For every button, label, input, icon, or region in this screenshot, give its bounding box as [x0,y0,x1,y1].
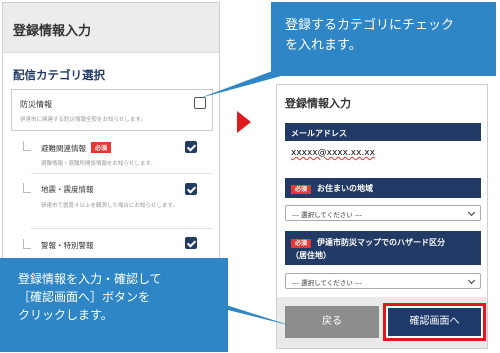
subcategory-title: 地震・震度情報 [41,185,94,194]
chevron-down-icon [467,276,476,285]
subcategory-checkbox[interactable] [185,141,197,153]
page-title: 登録情報入力 [285,97,351,110]
subcategory-checkbox[interactable] [185,237,197,249]
form-footer: 戻る 確認画面へ [277,297,487,348]
top-callout: 登録するカテゴリにチェック を入れます。 [271,2,496,76]
subcategory-checkbox[interactable] [185,183,197,195]
section-title: 配信カテゴリ選択 [13,68,105,82]
category-checkbox[interactable] [194,97,206,109]
area-select[interactable]: --- 選択してください --- [285,205,481,221]
email-label-bar: メールアドレス [285,123,481,141]
area-label-bar: 必須 お住まいの地域 [285,178,481,198]
subcategory-description: 避難情報・避難所開設情報をお知らせします。 [41,161,156,167]
subcategory-row-earthquake[interactable]: 地震・震度情報 伊達市で震度４以上を観測した場合にお知らせします。 [23,175,213,229]
bottom-callout: 登録情報を入力・確認して ［確認画面へ］ボタンを クリックします。 [0,258,228,352]
required-badge: 必須 [91,142,112,153]
email-field[interactable]: xxxxx@xxxx.xx.xx [291,148,375,158]
hazard-label-bar: 必須 伊達市防災マップでのハザード区分 （居住地） [285,231,481,265]
page-title: 登録情報入力 [3,3,219,53]
bottom-callout-line1: 登録情報を入力・確認して [18,272,162,286]
subcategory-title: 避難関連情報 必須 [41,142,112,154]
hazard-label: 伊達市防災マップでのハザード区分 [317,238,446,247]
chevron-down-icon [467,208,476,217]
confirm-button-highlight: 確認画面へ [383,303,486,341]
subcategory-row-warning[interactable]: 警報・特別警報 [23,231,213,255]
top-callout-line1: 登録するカテゴリにチェック [285,18,455,33]
back-button[interactable]: 戻る [285,306,379,338]
required-badge: 必須 [291,185,312,194]
category-title: 防災情報 [20,100,52,109]
next-step-arrow-icon [237,111,251,133]
email-label: メールアドレス [291,129,347,138]
subcategory-description: 伊達市で震度４以上を観測した場合にお知らせします。 [41,203,178,209]
hazard-label-sub: （居住地） [291,251,331,260]
bottom-callout-line3: クリックします。 [18,308,113,322]
divider [31,228,213,229]
tree-connector [23,183,31,193]
divider [31,173,213,174]
tree-connector [23,141,31,151]
confirm-button[interactable]: 確認画面へ [388,308,481,336]
registration-form-screen: 登録情報入力 メールアドレス xxxxx@xxxx.xx.xx 必須 お住まいの地… [276,84,488,349]
top-callout-line2: を入れます。 [285,38,362,53]
required-badge: 必須 [291,239,312,248]
area-label: お住まいの地域 [317,184,374,193]
subcategory-row-evacuation[interactable]: 避難関連情報 必須 避難情報・避難所開設情報をお知らせします。 [23,133,213,175]
hazard-select-value: --- 選択してください --- [292,279,362,287]
tree-connector [23,239,31,249]
category-description: 伊達市に関連する防災情報全般をお知らせします。 [20,117,146,123]
bottom-callout-line2: ［確認画面へ］ボタンを [18,290,151,304]
subcategory-title: 警報・特別警報 [41,241,94,250]
area-select-value: --- 選択してください --- [292,211,362,219]
category-card-disaster[interactable]: 防災情報 伊達市に関連する防災情報全般をお知らせします。 [11,89,213,131]
hazard-select[interactable]: --- 選択してください --- [285,273,481,289]
